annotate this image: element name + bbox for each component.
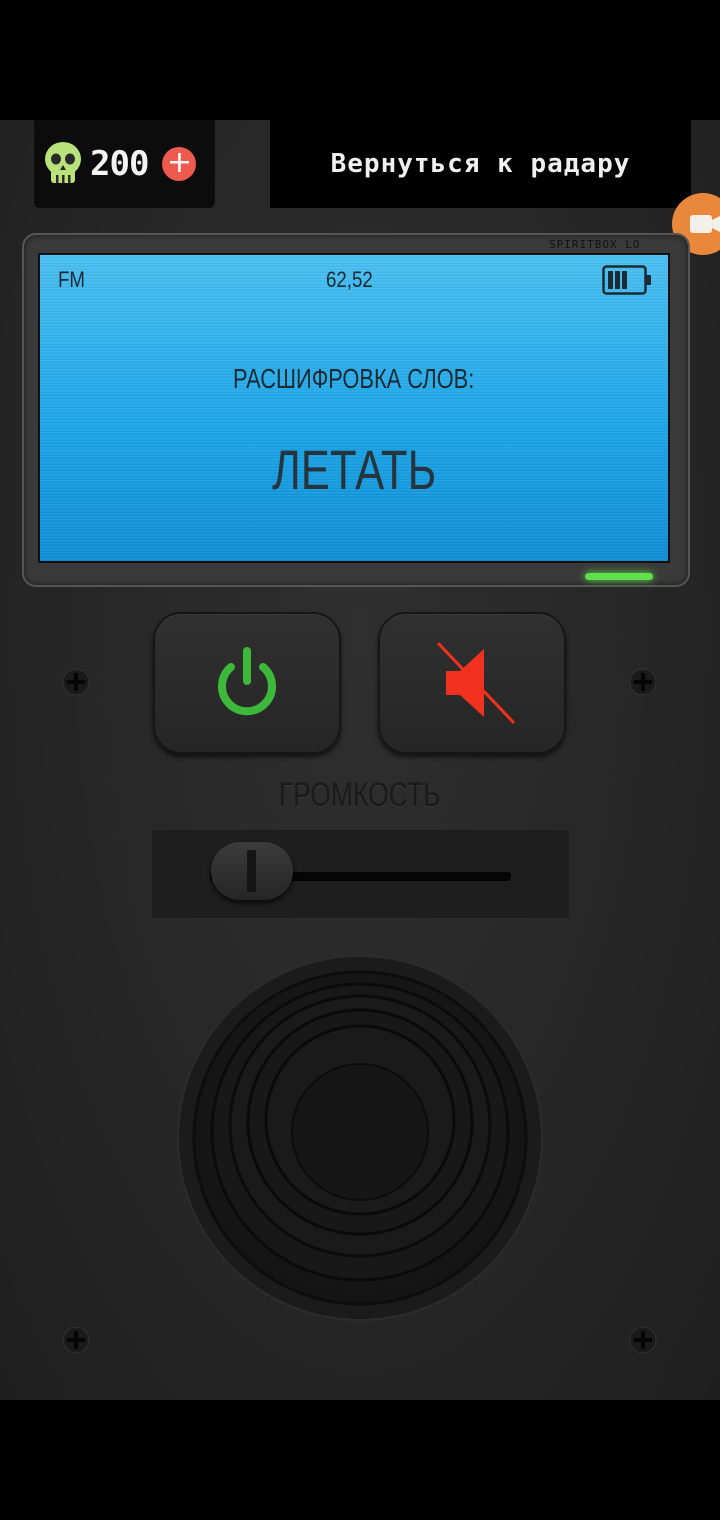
volume-slider-thumb[interactable] bbox=[211, 842, 293, 900]
mute-button[interactable] bbox=[378, 612, 566, 754]
back-to-radar-button[interactable]: Вернуться к радару bbox=[270, 120, 691, 208]
band-label: FM bbox=[58, 267, 86, 292]
decoded-word: ЛЕТАТЬ bbox=[271, 438, 437, 501]
mute-icon bbox=[436, 641, 516, 725]
volume-label: ГРОМКОСТЬ bbox=[279, 776, 441, 814]
screw-icon bbox=[629, 1326, 657, 1354]
status-led bbox=[585, 573, 653, 580]
screw-icon bbox=[62, 668, 90, 696]
power-icon bbox=[218, 647, 276, 716]
screw-icon bbox=[62, 1326, 90, 1354]
decode-title: РАСШИФРОВКА СЛОВ: bbox=[233, 363, 475, 394]
battery-icon bbox=[602, 265, 651, 295]
frequency-readout: 62,52 bbox=[326, 267, 373, 292]
speaker-grille bbox=[177, 955, 543, 1321]
power-button[interactable] bbox=[153, 612, 341, 754]
brand-label: SPIRITBOX LO bbox=[549, 238, 641, 251]
lcd-display: FM 62,52 РАСШИФРОВКА СЛОВ: ЛЕТАТЬ bbox=[38, 253, 670, 563]
screw-icon bbox=[629, 668, 657, 696]
add-currency-button[interactable]: + bbox=[162, 147, 197, 181]
currency-panel: 200 + bbox=[34, 120, 215, 208]
skull-icon bbox=[45, 142, 81, 183]
currency-value: 200 bbox=[90, 144, 149, 184]
